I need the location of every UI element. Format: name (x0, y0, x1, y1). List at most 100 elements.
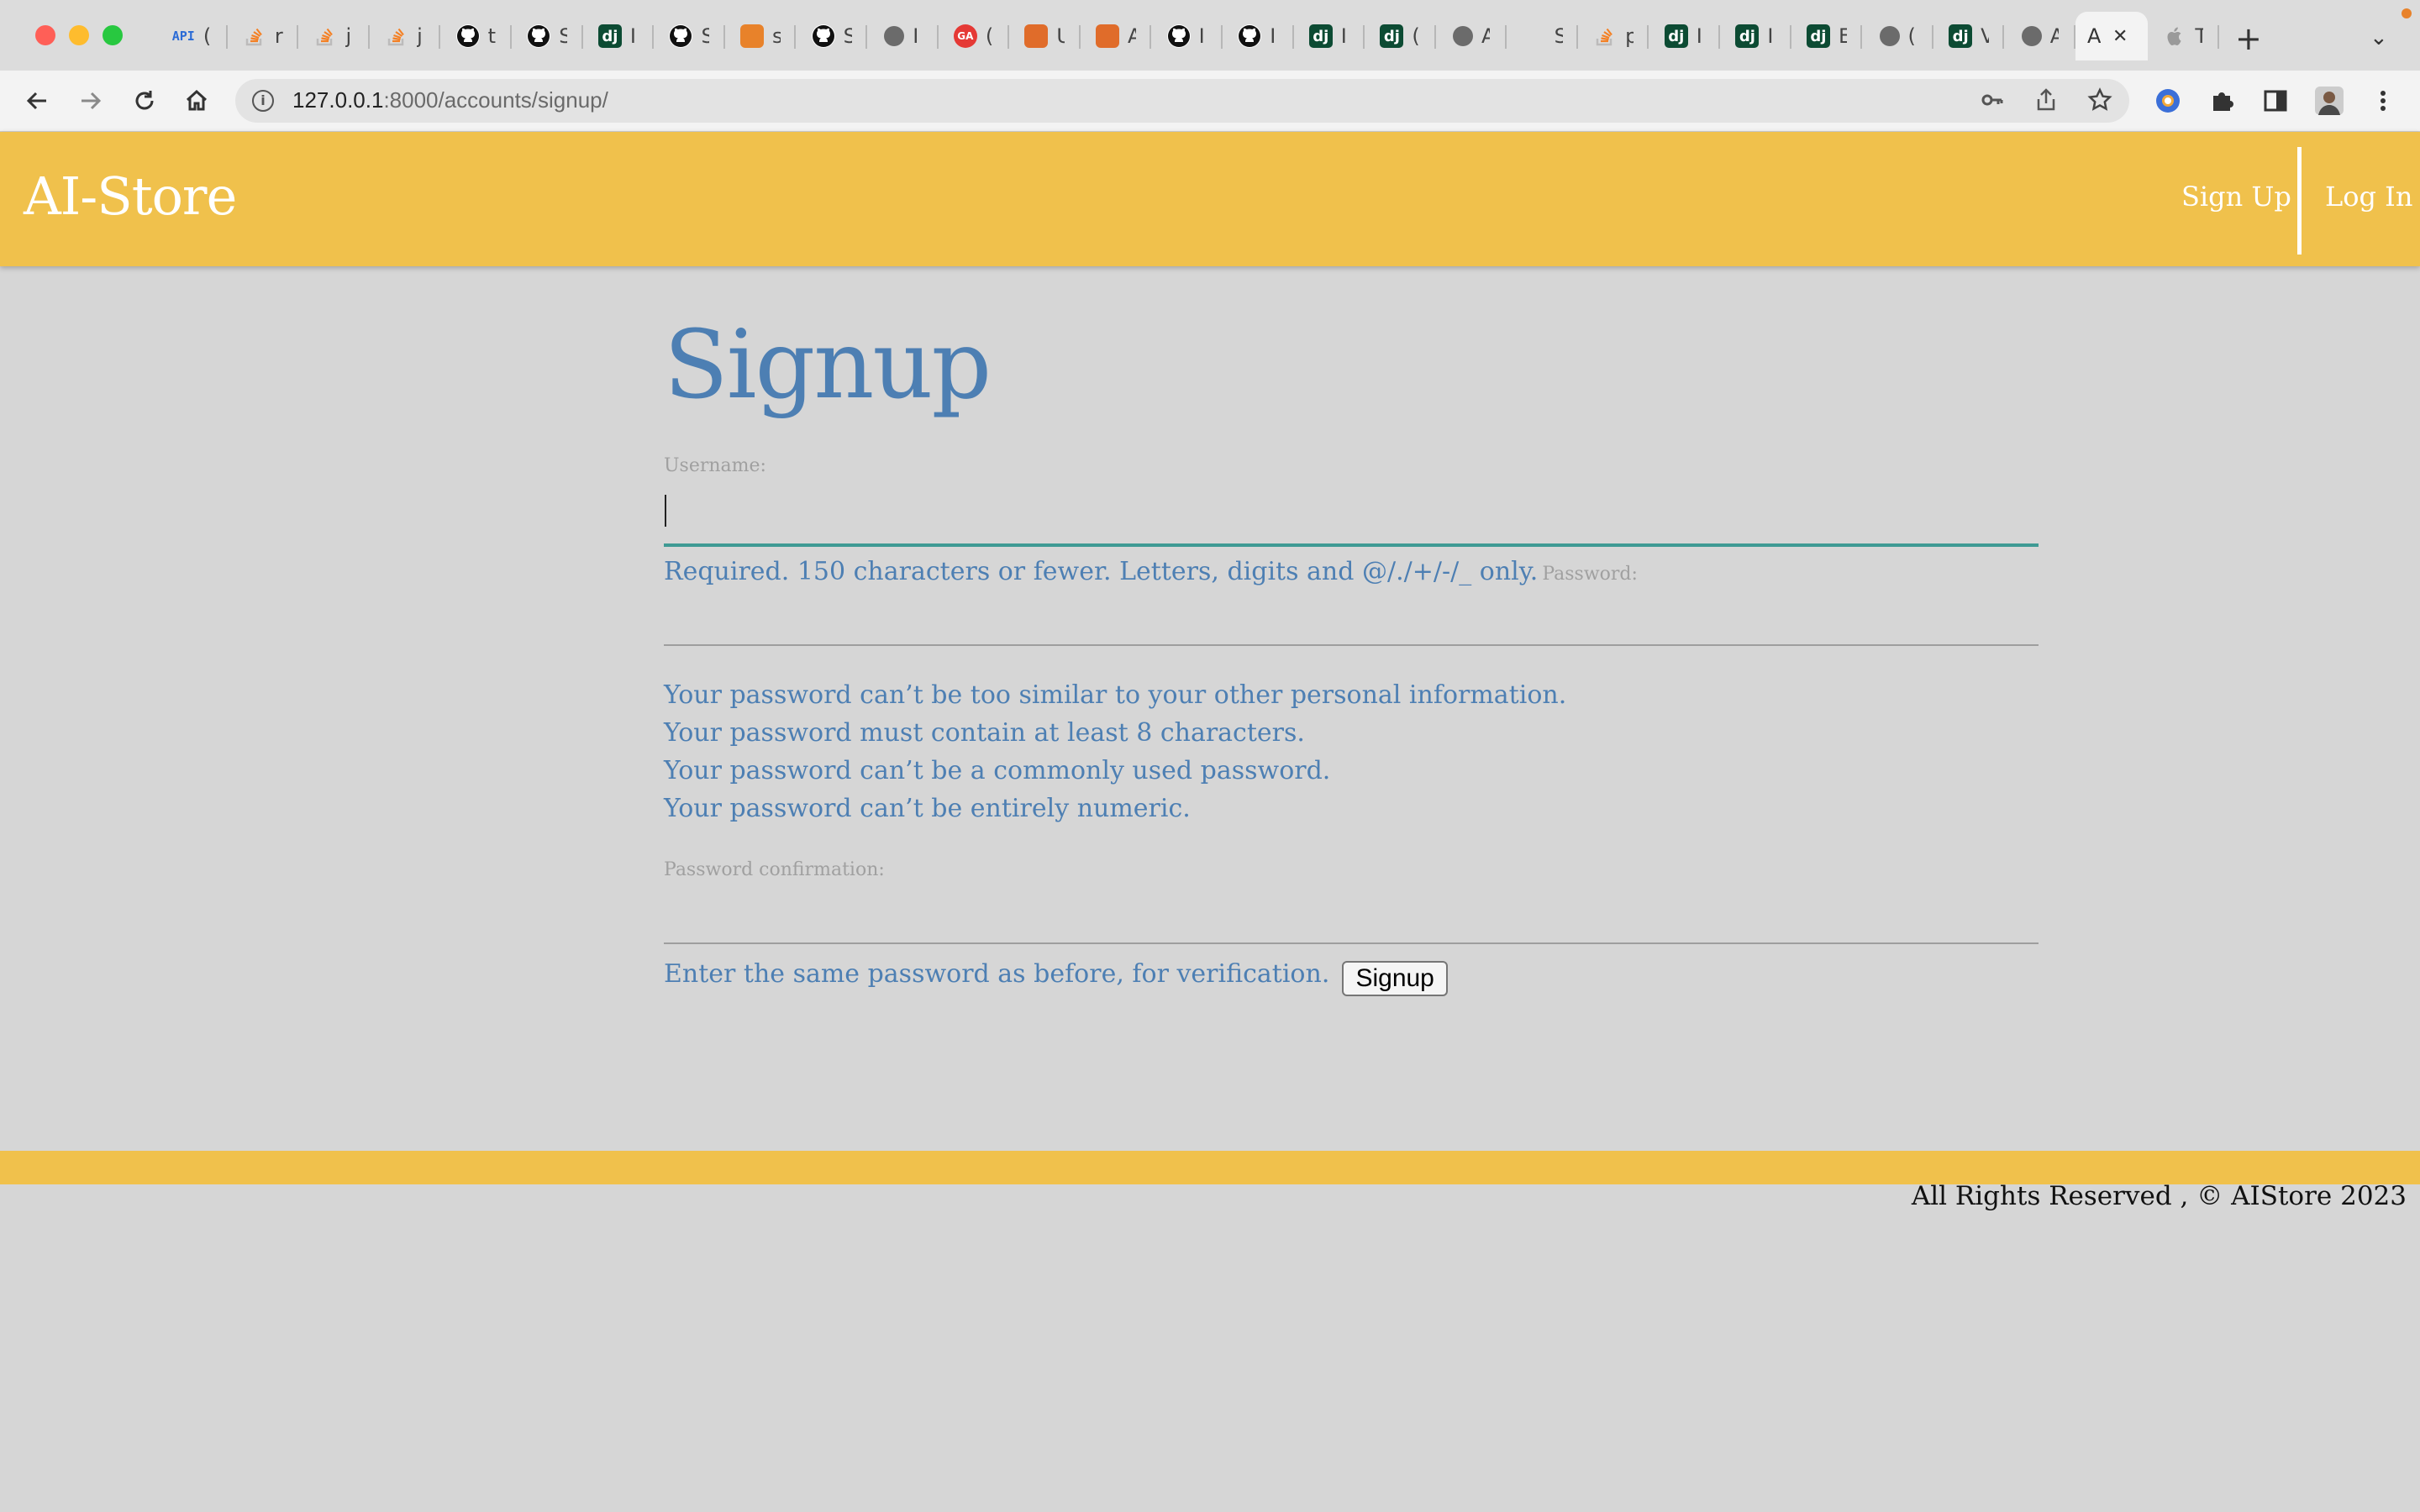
password-input[interactable] (664, 596, 2039, 644)
browser-tab[interactable]: S (512, 12, 583, 60)
github-icon (1166, 24, 1191, 48)
signup-form: Signup Username: Required. 150 character… (664, 302, 2039, 998)
github-icon (1238, 24, 1262, 48)
password-rule-item: Your password must contain at least 8 ch… (664, 718, 1305, 748)
back-button[interactable] (20, 84, 54, 118)
nav-signup-link[interactable]: Sign Up (2181, 181, 2291, 213)
globe-icon (1452, 26, 1473, 46)
url-text[interactable]: 127.0.0.1:8000/accounts/signup/ (292, 87, 608, 113)
tab-title: V (1981, 24, 1990, 48)
tab-title: I (1340, 24, 1347, 48)
tab-close-icon[interactable]: ✕ (2112, 26, 2128, 47)
browser-tab[interactable]: API ( (156, 12, 228, 60)
stackoverflow-icon (1593, 24, 1617, 48)
username-input[interactable] (664, 476, 2039, 543)
arrow-left-icon (26, 92, 46, 110)
browser-tab[interactable]: S (1507, 12, 1578, 60)
password-confirm-input[interactable] (664, 880, 2039, 942)
bookmark-star-icon[interactable] (2087, 87, 2112, 118)
browser-tab[interactable]: A (1436, 12, 1507, 60)
username-group: Username: (664, 455, 2039, 547)
page-title: Signup (664, 311, 992, 420)
browser-tab[interactable]: j (370, 12, 441, 60)
tab-title: ( (1412, 24, 1420, 48)
browser-tab[interactable]: U (1009, 12, 1081, 60)
window-minimize-button[interactable] (69, 25, 89, 45)
network-icon (1096, 24, 1120, 48)
browser-tab[interactable]: S (654, 12, 725, 60)
browser-tab[interactable]: ( (1862, 12, 1933, 60)
tab-title: I (1696, 24, 1702, 48)
tab-search-button[interactable]: ⌄ (2370, 25, 2388, 50)
site-info-icon[interactable]: i (252, 90, 274, 112)
brand-logo-link[interactable]: AI-Store (24, 165, 237, 227)
side-panel-icon[interactable] (2260, 86, 2291, 116)
browser-tab[interactable]: A (1081, 12, 1152, 60)
profile-avatar[interactable] (2314, 86, 2344, 116)
forward-button[interactable] (74, 84, 108, 118)
password-rule-item: Your password can’t be a commonly used p… (664, 756, 1331, 785)
django-icon: dj (1806, 24, 1830, 48)
browser-tab[interactable]: I (1223, 12, 1294, 60)
browser-tab[interactable]: dj V (1933, 12, 2005, 60)
browser-tab[interactable]: T (2148, 12, 2219, 60)
browser-tab[interactable]: dj I (1294, 12, 1365, 60)
window-zoom-button[interactable] (103, 25, 123, 45)
window-close-button[interactable] (35, 25, 55, 45)
browser-tab-active[interactable]: A ✕ (2075, 12, 2149, 60)
browser-tab[interactable]: j (298, 12, 370, 60)
extensions-puzzle-icon[interactable] (2207, 86, 2237, 116)
password-underline (664, 644, 2039, 646)
browser-menu-icon[interactable] (2368, 86, 2398, 116)
browser-tab[interactable]: dj E (1791, 12, 1863, 60)
stackoverflow-icon (313, 24, 337, 48)
tab-title: j (417, 24, 423, 48)
browser-tab[interactable]: p (1578, 12, 1649, 60)
tab-title: I (1270, 24, 1276, 48)
notification-dot (2402, 8, 2412, 18)
tab-title: r (274, 24, 283, 48)
browser-tab[interactable]: S (796, 12, 867, 60)
username-underline (664, 543, 2039, 547)
new-tab-button[interactable]: + (2235, 20, 2262, 57)
home-button[interactable] (180, 84, 213, 118)
password-confirm-help-text: Enter the same password as before, for v… (664, 959, 1330, 989)
browser-tab[interactable]: I (867, 12, 939, 60)
share-icon[interactable] (2033, 87, 2059, 118)
browser-tab[interactable]: s (725, 12, 797, 60)
browser-tab[interactable]: dj I (583, 12, 655, 60)
browser-tab[interactable]: dj I (1649, 12, 1720, 60)
apple-icon (2163, 24, 2186, 48)
extension-chrome-icon[interactable] (2153, 86, 2183, 116)
github-icon (811, 24, 835, 48)
browser-tab[interactable]: I (1151, 12, 1223, 60)
password-rule-item: Your password can’t be too similar to yo… (664, 680, 1567, 710)
tab-title: S (701, 24, 710, 48)
tab-title: S (1554, 24, 1563, 48)
password-key-icon[interactable] (1980, 87, 2005, 118)
tab-title: j (345, 24, 352, 48)
browser-tab[interactable]: A (2004, 12, 2075, 60)
address-bar[interactable]: i 127.0.0.1:8000/accounts/signup/ (235, 79, 2129, 123)
signup-submit-button[interactable]: Signup (1342, 960, 1448, 996)
tab-title: S (559, 24, 568, 48)
tab-title: ( (203, 24, 212, 48)
tab-title: A (1128, 24, 1137, 48)
browser-tab[interactable]: dj I (1720, 12, 1791, 60)
tab-title: t (487, 24, 497, 48)
username-label: Username: (664, 455, 766, 476)
browser-tab[interactable]: GA ( (939, 12, 1010, 60)
network-icon (1024, 24, 1049, 48)
browser-tab[interactable]: r (228, 12, 299, 60)
nav-login-link[interactable]: Log In (2325, 181, 2412, 213)
reload-button[interactable] (128, 84, 161, 118)
stackoverflow-icon (385, 24, 408, 48)
footer-bar (0, 1151, 2420, 1184)
github-icon (669, 24, 693, 48)
browser-tab[interactable]: t (440, 12, 512, 60)
password-confirm-underline (664, 942, 2039, 944)
tab-title: A (2087, 24, 2102, 48)
globe-icon (884, 26, 905, 46)
browser-tab[interactable]: dj ( (1365, 12, 1436, 60)
password-rule-item: Your password can’t be entirely numeric. (664, 794, 1191, 823)
